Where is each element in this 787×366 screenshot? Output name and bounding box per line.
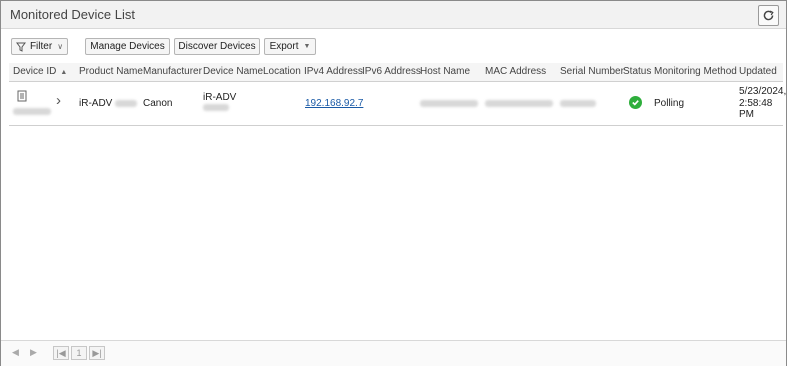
ipv4-address-link[interactable]: 192.168.92.7: [305, 98, 363, 109]
caret-down-icon: ▼: [303, 43, 311, 50]
column-header-product-name[interactable]: Product Name: [79, 66, 143, 77]
manage-devices-button[interactable]: Manage Devices: [85, 38, 170, 55]
pagination-bar: ◀ ▶ |◀ 1 ▶|: [1, 340, 786, 366]
filter-label: Filter: [29, 41, 53, 52]
updated-date: 5/23/2024,: [739, 86, 787, 97]
column-header-mac-address[interactable]: MAC Address: [485, 66, 546, 77]
column-header-location[interactable]: Location: [263, 66, 301, 77]
product-name-cell: iR-ADV: [79, 98, 138, 109]
expand-row-icon[interactable]: ›: [56, 92, 61, 109]
status-ok-icon: [629, 96, 642, 109]
column-header-ipv4-address[interactable]: IPv4 Address: [304, 66, 363, 77]
filter-button[interactable]: Filter ∨: [11, 38, 68, 55]
redacted-model: [115, 99, 138, 107]
device-name-cell: iR-ADV: [203, 92, 237, 103]
monitoring-method-cell: Polling: [654, 98, 685, 109]
column-header-serial-number[interactable]: Serial Number: [560, 66, 624, 77]
scroll-right-icon[interactable]: ▶: [30, 347, 37, 358]
updated-ampm: PM: [739, 109, 754, 120]
host-name-redacted: [420, 100, 478, 107]
column-header-ipv6-address[interactable]: IPv6 Address: [362, 66, 421, 77]
refresh-icon: [763, 10, 774, 21]
discover-devices-button[interactable]: Discover Devices: [174, 38, 260, 55]
panel-title: Monitored Device List: [10, 7, 135, 22]
column-header-device-name[interactable]: Device Name: [203, 66, 263, 77]
column-header-manufacturer[interactable]: Manufacturer: [143, 66, 202, 77]
printer-device-icon: [17, 90, 27, 102]
export-button[interactable]: Export ▼: [264, 38, 316, 55]
sort-ascending-icon: ▲: [60, 69, 68, 76]
table-header: Device ID ▲ Product Name Manufacturer Dev…: [9, 63, 783, 82]
first-page-button[interactable]: |◀: [53, 346, 69, 360]
column-header-device-id[interactable]: Device ID ▲: [13, 66, 67, 77]
page-number-box[interactable]: 1: [71, 346, 87, 360]
toolbar: Filter ∨ Manage Devices Discover Devices…: [1, 29, 786, 61]
mac-address-redacted: [485, 100, 553, 107]
refresh-button[interactable]: [758, 5, 779, 26]
column-header-monitoring-method[interactable]: Monitoring Method: [654, 66, 737, 77]
manufacturer-cell: Canon: [143, 98, 173, 109]
table-row[interactable]: › iR-ADV Canon iR-ADV 192.168.92.7 Polli…: [9, 82, 787, 126]
column-header-status[interactable]: Status: [623, 66, 651, 77]
updated-time: 2:58:48: [739, 98, 773, 109]
column-header-host-name[interactable]: Host Name: [420, 66, 470, 77]
filter-icon: [15, 42, 26, 52]
serial-number-redacted: [560, 100, 596, 107]
chevron-down-icon: ∨: [57, 42, 64, 51]
last-page-button[interactable]: ▶|: [89, 346, 105, 360]
scroll-left-icon[interactable]: ◀: [12, 347, 19, 358]
column-header-updated[interactable]: Updated: [739, 66, 777, 77]
device-name-redacted: [203, 104, 229, 111]
device-id-redacted: [13, 108, 51, 115]
monitored-device-list-panel: Monitored Device List Filter ∨ Manage De…: [0, 0, 787, 366]
panel-titlebar: Monitored Device List: [1, 1, 786, 29]
